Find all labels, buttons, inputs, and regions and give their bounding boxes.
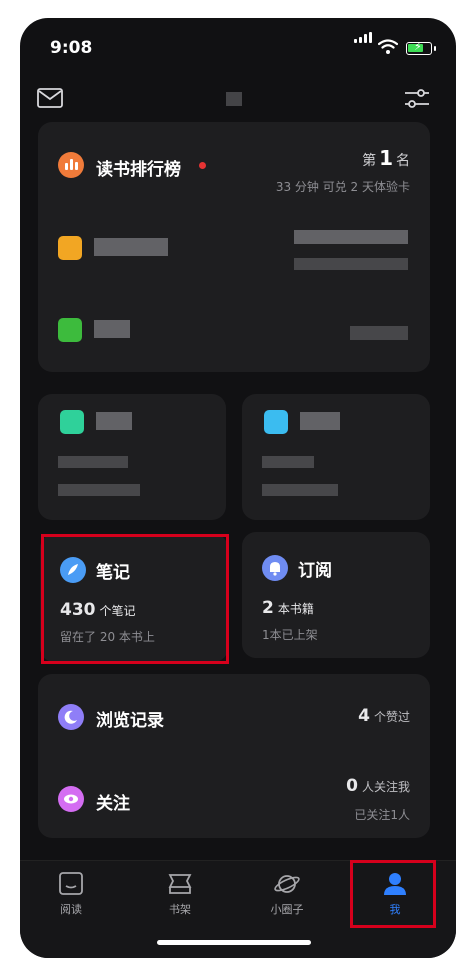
phone-screen: 9:08 ⚡ 读书排行榜 第 1 名 33 分钟 可兑 2 天体验卡 笔记 43… [20,18,456,958]
friend-avatar-blurred [60,410,84,434]
bookshelf-icon [168,874,192,894]
subscriptions-detail: 1本已上架 [262,628,318,642]
followers-count: 0 人关注我 [346,776,410,796]
friend-name-blurred [300,412,340,430]
friend-name-blurred [94,238,168,256]
battery-icon: ⚡ [406,40,436,55]
friend-time-blurred [294,230,408,244]
nav-label: 阅读 [60,903,82,916]
browse-history-title: 浏览记录 [96,711,164,731]
nav-tab-reading[interactable]: 阅读 [26,871,116,917]
friend-avatar-blurred [58,318,82,342]
nav-label: 小圈子 [270,903,304,916]
ranking-chart-icon [58,152,84,178]
eye-icon [58,786,84,812]
book-icon [59,872,83,895]
mail-icon[interactable] [37,88,63,108]
settings-sliders-icon[interactable] [404,88,430,110]
friend-card-right[interactable] [242,394,430,520]
friend-name-blurred [94,320,130,338]
subscriptions-card[interactable]: 订阅 2 本书籍 1本已上架 [242,532,430,658]
notification-dot [199,162,206,169]
friend-avatar-blurred [264,410,288,434]
following-detail: 已关注1人 [354,808,410,822]
follow-title: 关注 [96,794,130,814]
nav-tab-circle[interactable]: 小圈子 [242,871,332,917]
friend-detail-blurred [58,484,140,496]
home-indicator[interactable] [157,940,311,945]
friend-card-left[interactable] [38,394,226,520]
friend-time-blurred [350,326,408,340]
friend-avatar-blurred [58,236,82,260]
planet-icon [274,875,300,893]
nav-tab-bookshelf[interactable]: 书架 [135,871,225,917]
friend-detail-blurred [262,456,314,468]
moon-icon [58,704,84,730]
status-bar: 9:08 ⚡ [20,18,456,78]
username-blurred [226,92,242,106]
friend-detail-blurred [294,258,408,270]
status-time: 9:08 [50,38,93,58]
history-follow-card: 浏览记录 4 个赞过 关注 0 人关注我 已关注1人 [38,674,430,838]
wifi-icon [378,39,398,54]
bell-icon [262,555,288,581]
friend-detail-blurred [58,456,128,468]
likes-count: 4 个赞过 [358,706,410,726]
highlight-box-notes [41,534,229,664]
ranking-title: 读书排行榜 [96,160,181,180]
reading-ranking-card[interactable]: 读书排行榜 第1名 33 分钟 可兑 2 天体验卡 [38,122,430,372]
friend-detail-blurred [262,484,338,496]
highlight-box-me-tab [350,860,436,928]
subscriptions-count: 2 本书籍 [262,598,314,618]
friend-name-blurred [96,412,132,430]
nav-label: 书架 [169,903,191,916]
ranking-position: 第1名 [362,146,410,170]
top-bar [20,80,456,124]
subscriptions-title: 订阅 [298,561,332,581]
ranking-subtitle: 33 分钟 可兑 2 天体验卡 [275,180,410,194]
